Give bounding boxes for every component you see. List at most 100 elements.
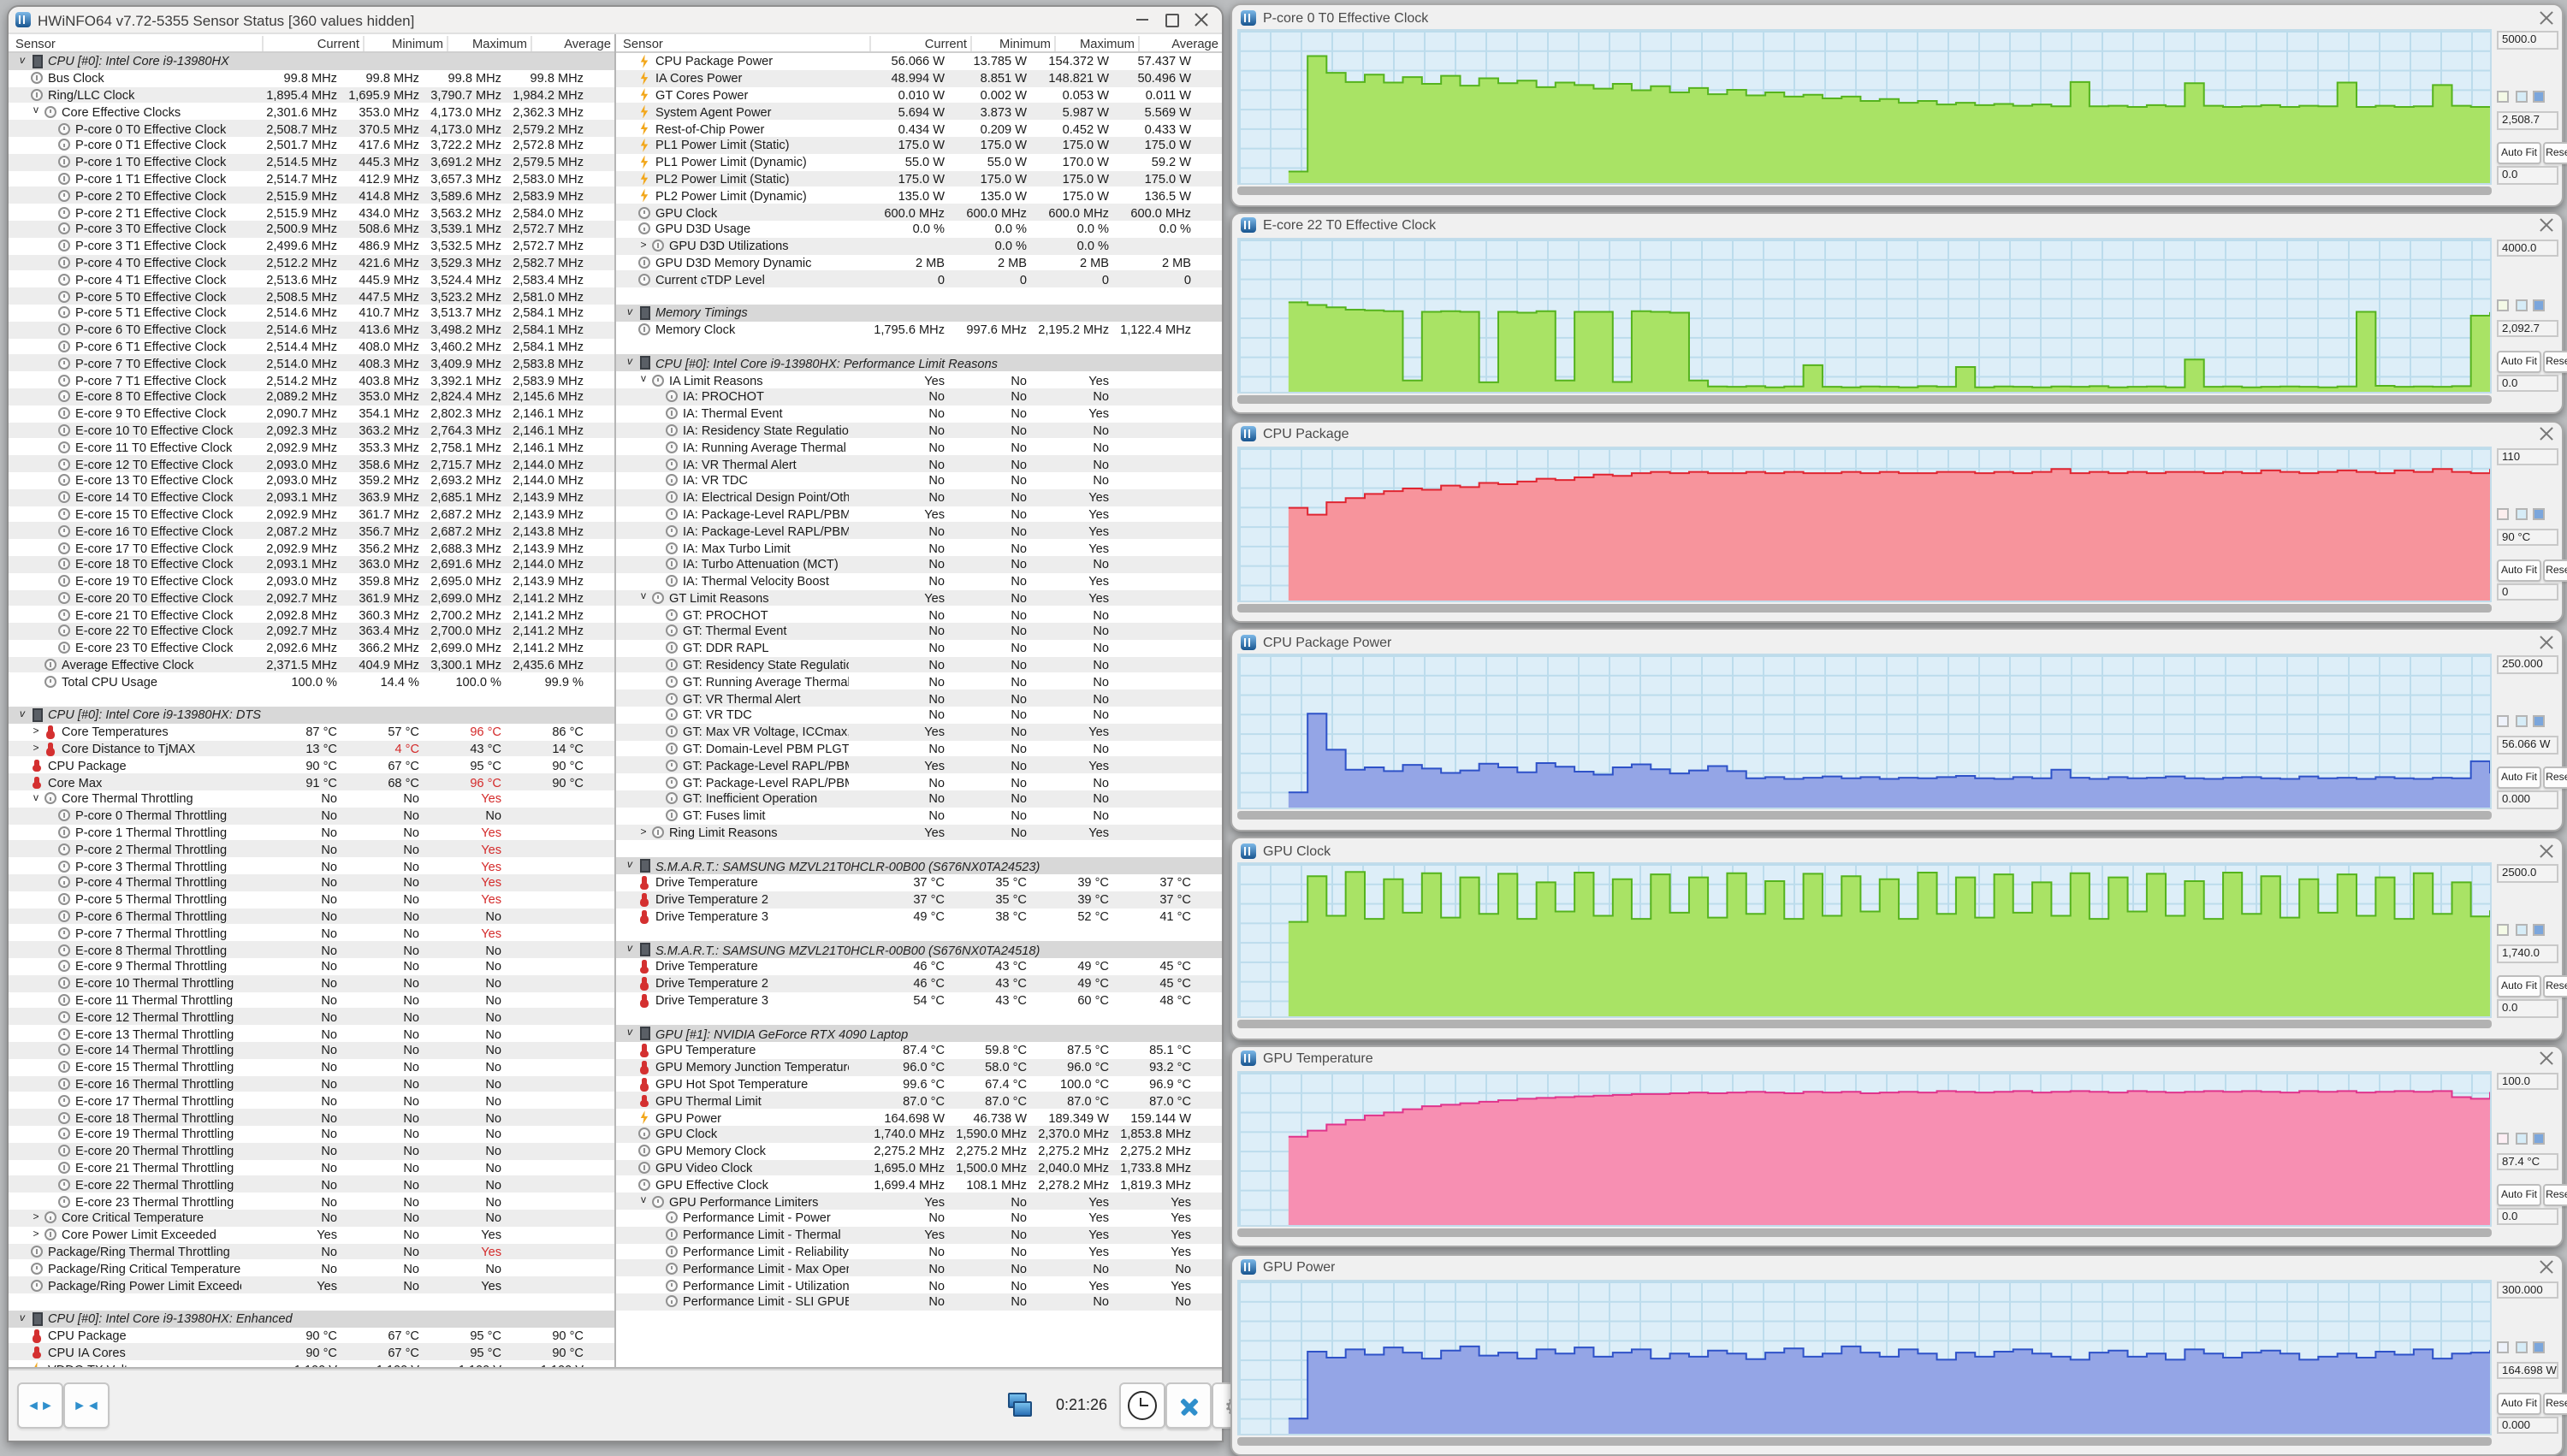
sensor-row[interactable]: GT Cores Power 0.010 W 0.002 W 0.053 W 0.011… [616,86,1222,104]
sensor-row[interactable]: E-core 14 T0 Effective Clock 2,093.1 MHz 3… [9,488,614,506]
sensor-row[interactable]: GPU Hot Spot Temperature 99.6 °C 67.4 °C 10… [616,1075,1222,1092]
sensor-row[interactable]: Core Max 91 °C 68 °C 96 °C 90 °C [9,773,614,791]
sensor-row[interactable]: GPU Memory Junction Temperature 96.0 °C 58… [616,1058,1222,1076]
sensor-row[interactable]: E-core 20 Thermal Throttling No No No [9,1142,614,1160]
sensor-row[interactable]: E-core 17 T0 Effective Clock 2,092.9 MHz 3… [9,539,614,556]
sensor-row[interactable]: GT: VR Thermal Alert No No No [616,690,1222,707]
sensor-row[interactable]: CPU IA Cores 90 °C 67 °C 95 °C 90 °C [9,1343,614,1361]
sensor-row[interactable]: P-core 4 T0 Effective Clock 2,512.2 MHz 42… [9,254,614,271]
graph-close-icon[interactable] [2538,218,2553,234]
sensor-group-header[interactable]: v CPU [#0]: Intel Core i9-13980HX [9,53,614,70]
sensor-row[interactable]: P-core 3 T0 Effective Clock 2,500.9 MHz 50… [9,220,614,238]
sensor-row[interactable]: GT: Package-Level RAPL/PBM PL1 Yes No Yes [616,756,1222,774]
reset-button[interactable]: Reset [2543,1183,2567,1206]
sensor-row[interactable]: IA: Residency State Regulation No No No [616,422,1222,439]
series-pale-swatch[interactable] [2497,1341,2509,1352]
sensor-group-header[interactable]: v GPU [#1]: NVIDIA GeForce RTX 4090 Lapto… [616,1025,1222,1043]
sensor-row[interactable]: E-core 15 T0 Effective Clock 2,092.9 MHz 3… [9,506,614,523]
sensor-row[interactable]: PL1 Power Limit (Static) 175.0 W 175.0 W 17… [616,136,1222,154]
sensor-row[interactable]: E-core 15 Thermal Throttling No No No [9,1059,614,1076]
sensor-row[interactable]: Package/Ring Power Limit Exceeded Yes No Ye… [9,1276,614,1293]
background-color-swatch[interactable] [2515,1341,2527,1352]
reset-button[interactable]: Reset [2543,975,2567,997]
sensor-row[interactable]: E-core 17 Thermal Throttling No No No [9,1092,614,1110]
sensor-row[interactable]: PL2 Power Limit (Static) 175.0 W 175.0 W 17… [616,170,1222,187]
sensor-row[interactable]: Rest-of-Chip Power 0.434 W 0.209 W 0.452 W 0… [616,120,1222,137]
series-pale-swatch[interactable] [2497,91,2509,103]
sensor-row[interactable]: P-core 2 T0 Effective Clock 2,515.9 MHz 41… [9,186,614,204]
sensor-row[interactable]: E-core 19 T0 Effective Clock 2,093.0 MHz 3… [9,572,614,589]
sensor-row[interactable]: E-core 9 Thermal Throttling No No No [9,958,614,975]
sensor-row[interactable]: P-core 5 Thermal Throttling No No Yes [9,891,614,909]
graph-close-icon[interactable] [2538,1259,2553,1275]
accent-color-swatch[interactable] [2533,924,2545,936]
graph-close-icon[interactable] [2538,9,2553,25]
sensor-row[interactable]: P-core 2 T1 Effective Clock 2,515.9 MHz 43… [9,204,614,221]
graph-hscrollbar[interactable] [1237,186,2492,195]
sensor-row[interactable]: GPU Clock 600.0 MHz 600.0 MHz 600.0 MHz 600.… [616,204,1222,221]
sensor-row[interactable]: P-core 6 T1 Effective Clock 2,514.4 MHz 40… [9,338,614,355]
close-button[interactable] [1186,9,1215,31]
sensor-row[interactable]: VDDQ TX Voltage1.100 V1.100 V1.100 V1.10… [9,1360,614,1367]
reset-button[interactable]: Reset [2543,142,2567,164]
sensor-row[interactable]: GT: PROCHOT No No No [616,607,1222,624]
sensor-row[interactable]: v GT Limit Reasons Yes No Yes [616,589,1222,607]
auto-fit-button[interactable]: Auto Fit [2497,1392,2541,1414]
sensor-row[interactable]: GT: Running Average Thermal Limit No No No [616,673,1222,690]
series-pale-swatch[interactable] [2497,299,2509,311]
scale-min-field[interactable]: 0.0 [2497,374,2558,393]
graph-hscrollbar[interactable] [1237,394,2492,404]
scale-max-field[interactable]: 4000.0 [2497,239,2558,257]
sensor-row[interactable]: GPU D3D Usage 0.0 % 0.0 % 0.0 % 0.0 % [616,221,1222,238]
sensor-row[interactable]: Package/Ring Thermal Throttling No No Yes [9,1243,614,1260]
sensor-row[interactable]: GT: Fuses limit No No No [616,808,1222,825]
auto-fit-button[interactable]: Auto Fit [2497,766,2541,790]
logging-start-button[interactable] [1119,1382,1165,1429]
scale-max-field[interactable]: 110 [2497,447,2558,465]
graph-plot[interactable] [1237,1279,2492,1435]
sensor-row[interactable]: IA: Thermal Event No No Yes [616,405,1222,422]
sensor-row[interactable]: IA: VR TDC No No No [616,472,1222,489]
sensor-row[interactable]: IA: Thermal Velocity Boost No No Yes [616,572,1222,589]
sensor-row[interactable]: P-core 5 T1 Effective Clock 2,514.6 MHz 41… [9,305,614,322]
sensor-row[interactable]: IA: PROCHOT No No No [616,388,1222,405]
sensor-row[interactable]: IA: Package-Level RAPL/PBM PL1 Yes No Yes [616,506,1222,523]
sensor-row[interactable]: P-core 4 Thermal Throttling No No Yes [9,874,614,891]
series-pale-swatch[interactable] [2497,715,2509,728]
sensor-row[interactable]: GT: Inefficient Operation No No No [616,790,1222,808]
sensor-row[interactable]: v IA Limit Reasons Yes No Yes [616,371,1222,388]
graph-hscrollbar[interactable] [1237,603,2492,612]
graph-plot[interactable] [1237,654,2492,810]
sensor-row[interactable]: E-core 16 T0 Effective Clock 2,087.2 MHz 3… [9,522,614,540]
sensor-row[interactable]: Ring/LLC Clock 1,895.4 MHz 1,695.9 MHz 3,79… [9,86,614,104]
sensor-row[interactable]: GT: Residency State Regulation No No No [616,656,1222,673]
sensor-row[interactable]: Memory Clock 1,795.6 MHz 997.6 MHz 2,195.2 … [616,322,1222,339]
sensor-row[interactable]: E-core 21 Thermal Throttling No No No [9,1159,614,1176]
sensor-row[interactable]: PL2 Power Limit (Dynamic) 135.0 W 135.0 W 1… [616,187,1222,204]
series-pale-swatch[interactable] [2497,507,2509,519]
sensor-row[interactable]: GT: Domain-Level PBM PLGT No No No [616,740,1222,757]
sensor-row[interactable]: CPU Package 90 °C 67 °C 95 °C 90 °C [9,1327,614,1344]
sensor-row[interactable]: GPU Thermal Limit 87.0 °C 87.0 °C 87.0 °C 87… [616,1092,1222,1110]
sensor-row[interactable]: CPU Package 90 °C 67 °C 95 °C 90 °C [9,757,614,774]
accent-color-swatch[interactable] [2533,1132,2545,1145]
graph-hscrollbar[interactable] [1237,811,2492,820]
sensor-row[interactable]: Package/Ring Critical Temperature No No No [9,1260,614,1277]
auto-fit-button[interactable]: Auto Fit [2497,350,2541,373]
scale-max-field[interactable]: 300.000 [2497,1281,2558,1299]
sensor-row[interactable]: E-core 20 T0 Effective Clock 2,092.7 MHz 3… [9,589,614,607]
sensor-row[interactable]: GPU Memory Clock 2,275.2 MHz 2,275.2 MHz 2,… [616,1143,1222,1160]
reset-button[interactable]: Reset [2543,1392,2567,1414]
accent-color-swatch[interactable] [2533,91,2545,103]
graph-titlebar[interactable]: P-core 0 T0 Effective Clock [1232,5,2562,29]
sensor-row[interactable]: PL1 Power Limit (Dynamic) 55.0 W 55.0 W 170… [616,154,1222,171]
sensor-row[interactable]: E-core 13 T0 Effective Clock 2,093.0 MHz 3… [9,472,614,489]
sensor-row[interactable]: P-core 6 T0 Effective Clock 2,514.6 MHz 41… [9,321,614,339]
sensor-row[interactable]: IA: Electrical Design Point/Other (ICCma… [616,488,1222,506]
sensor-row[interactable]: E-core 23 Thermal Throttling No No No [9,1193,614,1210]
sensor-row[interactable]: E-core 8 T0 Effective Clock 2,089.2 MHz 35… [9,388,614,405]
sensor-row[interactable]: IA: Running Average Thermal Limit No No No [616,439,1222,456]
sensor-row[interactable]: GT: VR TDC No No No [616,707,1222,724]
sensor-row[interactable]: P-core 1 Thermal Throttling No No Yes [9,824,614,841]
scale-min-field[interactable]: 0 [2497,583,2558,601]
